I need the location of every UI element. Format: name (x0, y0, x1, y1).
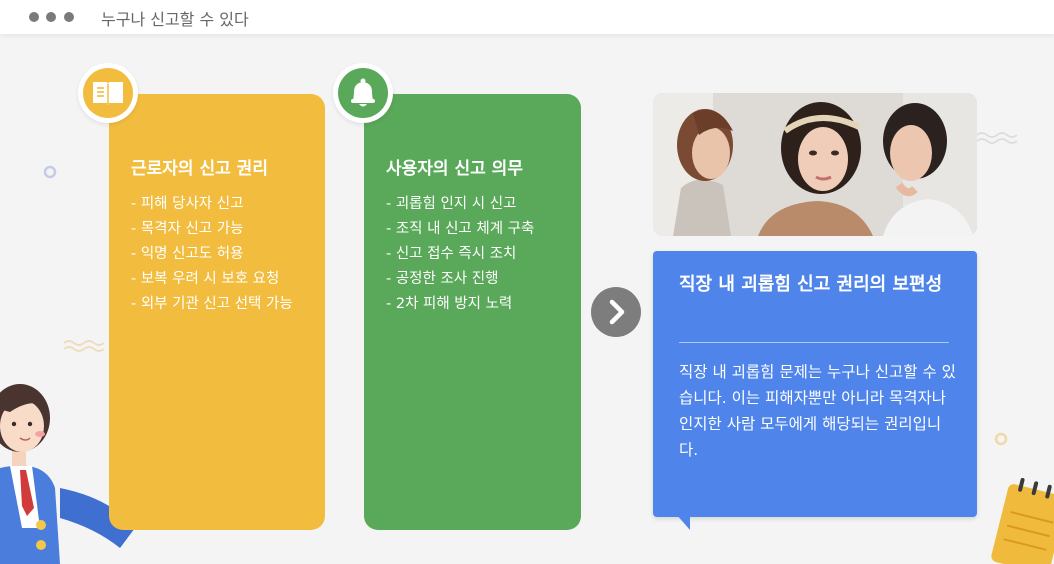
window-dot-icon[interactable] (64, 12, 74, 22)
chevron-right-icon (609, 299, 625, 325)
list-item: - 피해 당사자 신고 (131, 196, 244, 212)
window-dot-icon[interactable] (46, 12, 56, 22)
bubble-tail (676, 514, 690, 530)
three-women-image (653, 93, 977, 236)
ring-decoration (994, 432, 1008, 446)
book-icon (93, 82, 123, 105)
notepad-illustration (991, 478, 1054, 564)
wave-decoration (63, 340, 105, 352)
bell-icon (351, 78, 375, 107)
list-item: - 보복 우려 시 보호 요청 (131, 271, 280, 287)
bell-badge (333, 63, 393, 123)
list-item: - 목격자 신고 가능 (131, 221, 244, 237)
summary-body: 직장 내 괴롭힘 문제는 누구나 신고할 수 있습니다. 이는 피해자뿐만 아니… (679, 363, 956, 459)
list-item: - 외부 기관 신고 선택 가능 (131, 296, 293, 312)
employer-duties-card: 사용자의 신고 의무 - 괴롭힘 인지 시 신고 - 조직 내 신고 체계 구축… (364, 94, 581, 530)
window-titlebar: 누구나 신고할 수 있다 (0, 0, 1054, 34)
summary-bubble: 직장 내 괴롭힘 신고 권리의 보편성 직장 내 괴롭힘 문제는 누구나 신고할… (653, 251, 977, 517)
list-item: - 신고 접수 즉시 조치 (386, 246, 517, 262)
worker-rights-card: 근로자의 신고 권리 - 피해 당사자 신고 - 목격자 신고 가능 - 익명 … (109, 94, 325, 530)
worker-rights-list: - 피해 당사자 신고 - 목격자 신고 가능 - 익명 신고도 허용 - 보복… (131, 192, 293, 317)
card-title: 근로자의 신고 권리 (131, 159, 268, 179)
window-title: 누구나 신고할 수 있다 (101, 10, 249, 29)
employer-duties-list: - 괴롭힘 인지 시 신고 - 조직 내 신고 체계 구축 - 신고 접수 즉시… (386, 192, 534, 317)
list-item: - 괴롭힘 인지 시 신고 (386, 196, 517, 212)
list-item: - 조직 내 신고 체계 구축 (386, 221, 535, 237)
book-badge (78, 63, 138, 123)
summary-title: 직장 내 괴롭힘 신고 권리의 보편성 (679, 274, 943, 295)
window-dot-icon[interactable] (29, 12, 39, 22)
list-item: - 공정한 조사 진행 (386, 271, 499, 287)
women-photo (653, 93, 977, 236)
list-item: - 2차 피해 방지 노력 (386, 296, 513, 312)
next-button[interactable] (591, 287, 641, 337)
ring-decoration (43, 165, 57, 179)
card-title: 사용자의 신고 의무 (386, 159, 523, 179)
divider (679, 342, 949, 343)
list-item: - 익명 신고도 허용 (131, 246, 244, 262)
wave-decoration (976, 132, 1018, 144)
